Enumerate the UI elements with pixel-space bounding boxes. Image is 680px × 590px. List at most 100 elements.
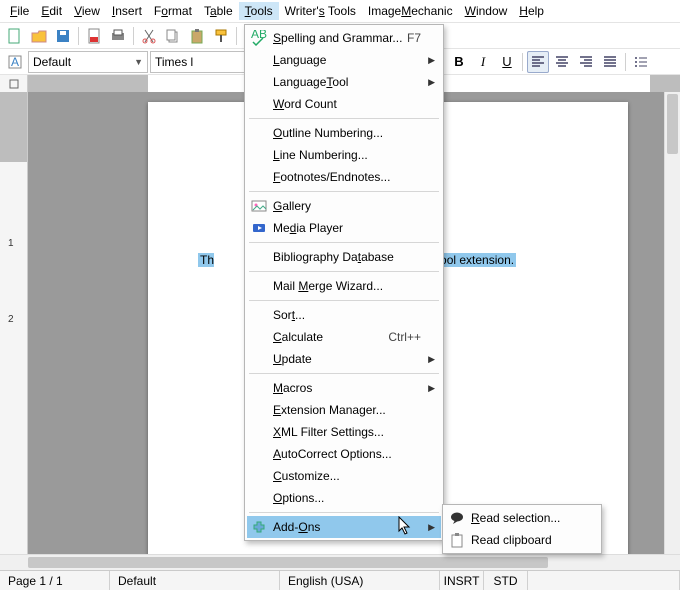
export-pdf-icon[interactable]	[83, 25, 105, 47]
menu-item-footnotes-endnotes[interactable]: Footnotes/Endnotes...	[247, 166, 441, 188]
menu-item-word-count[interactable]: Word Count	[247, 93, 441, 115]
menu-item-mail-merge-wizard[interactable]: Mail Merge Wizard...	[247, 275, 441, 297]
italic-icon[interactable]: I	[472, 51, 494, 73]
align-center-icon[interactable]	[551, 51, 573, 73]
menu-item-label: LanguageTool	[273, 75, 348, 89]
menu-item-label: Footnotes/Endnotes...	[273, 170, 390, 184]
menu-item-label: Gallery	[273, 199, 311, 213]
menu-item-read-selection[interactable]: Read selection...	[445, 507, 599, 529]
paragraph-style-value: Default	[33, 55, 130, 69]
separator	[133, 27, 134, 45]
menu-item-label: Language	[273, 53, 326, 67]
copy-icon[interactable]	[162, 25, 184, 47]
horizontal-scrollbar[interactable]	[0, 554, 680, 570]
menubar: FileEditViewInsertFormatTableToolsWriter…	[0, 0, 680, 22]
bubble-icon	[449, 510, 465, 526]
scroll-thumb[interactable]	[28, 557, 548, 568]
menu-item-media-player[interactable]: Media Player	[247, 217, 441, 239]
underline-icon[interactable]: U	[496, 51, 518, 73]
paste-icon[interactable]	[186, 25, 208, 47]
menu-item-label: XML Filter Settings...	[273, 425, 384, 439]
menu-item-outline-numbering[interactable]: Outline Numbering...	[247, 122, 441, 144]
menu-item-label: Read clipboard	[471, 533, 552, 547]
submenu-arrow-icon: ▶	[428, 383, 435, 394]
text-segment-left: Th	[198, 253, 214, 267]
menu-item-label: Add-Ons	[273, 520, 320, 534]
menu-separator	[249, 373, 439, 374]
menu-tools[interactable]: Tools	[239, 2, 279, 20]
submenu-arrow-icon: ▶	[428, 522, 435, 533]
submenu-arrow-icon: ▶	[428, 77, 435, 88]
align-left-icon[interactable]	[527, 51, 549, 73]
menu-item-line-numbering[interactable]: Line Numbering...	[247, 144, 441, 166]
new-doc-icon[interactable]	[4, 25, 26, 47]
menu-table[interactable]: Table	[198, 2, 239, 20]
menu-help[interactable]: Help	[513, 2, 550, 20]
menu-item-spelling-and-grammar[interactable]: ABC Spelling and Grammar... F7	[247, 27, 441, 49]
menu-item-extension-manager[interactable]: Extension Manager...	[247, 399, 441, 421]
scroll-thumb[interactable]	[667, 94, 678, 154]
menu-item-add-ons[interactable]: Add-Ons ▶	[247, 516, 441, 538]
menu-format[interactable]: Format	[148, 2, 198, 20]
ruler-tick: 1	[8, 238, 14, 249]
format-paint-icon[interactable]	[210, 25, 232, 47]
submenu-arrow-icon: ▶	[428, 354, 435, 365]
vertical-scrollbar[interactable]	[664, 92, 680, 554]
statusbar: Page 1 / 1 Default English (USA) INSRT S…	[0, 570, 680, 590]
styles-icon[interactable]: A	[4, 51, 26, 73]
menu-item-label: Media Player	[273, 221, 343, 235]
menu-item-calculate[interactable]: CalculateCtrl++	[247, 326, 441, 348]
vertical-ruler[interactable]: 1 2	[0, 92, 28, 554]
menu-file[interactable]: File	[4, 2, 35, 20]
menu-separator	[249, 512, 439, 513]
menu-view[interactable]: View	[68, 2, 106, 20]
menu-writer-s-tools[interactable]: Writer's Tools	[279, 2, 362, 20]
menu-item-sort[interactable]: Sort...	[247, 304, 441, 326]
menu-item-bibliography-database[interactable]: Bibliography Database	[247, 246, 441, 268]
menu-item-customize[interactable]: Customize...	[247, 465, 441, 487]
menu-item-language[interactable]: Language▶	[247, 49, 441, 71]
svg-text:A: A	[11, 55, 19, 69]
menu-item-xml-filter-settings[interactable]: XML Filter Settings...	[247, 421, 441, 443]
menu-item-label: Outline Numbering...	[273, 126, 383, 140]
print-icon[interactable]	[107, 25, 129, 47]
menu-edit[interactable]: Edit	[35, 2, 68, 20]
menu-item-macros[interactable]: Macros ▶	[247, 377, 441, 399]
menu-item-label: Options...	[273, 491, 324, 505]
separator	[78, 27, 79, 45]
cut-icon[interactable]	[138, 25, 160, 47]
menu-item-label: Mail Merge Wizard...	[273, 279, 383, 293]
menu-item-label: Update	[273, 352, 312, 366]
bold-icon[interactable]: B	[448, 51, 470, 73]
menu-item-label: Line Numbering...	[273, 148, 368, 162]
align-right-icon[interactable]	[575, 51, 597, 73]
list-bullet-icon[interactable]	[630, 51, 652, 73]
menu-imagemechanic[interactable]: ImageMechanic	[362, 2, 459, 20]
menu-separator	[249, 191, 439, 192]
menu-item-label: Extension Manager...	[273, 403, 386, 417]
menu-item-label: Calculate	[273, 330, 323, 344]
menu-insert[interactable]: Insert	[106, 2, 148, 20]
menu-window[interactable]: Window	[459, 2, 514, 20]
media-icon	[251, 220, 267, 236]
menu-item-label: Customize...	[273, 469, 340, 483]
menu-item-languagetool[interactable]: LanguageTool ▶	[247, 71, 441, 93]
menu-item-label: Spelling and Grammar...	[273, 31, 402, 45]
menu-item-read-clipboard[interactable]: Read clipboard	[445, 529, 599, 551]
menu-separator	[249, 300, 439, 301]
open-icon[interactable]	[28, 25, 50, 47]
save-icon[interactable]	[52, 25, 74, 47]
paragraph-style-combo[interactable]: Default▼	[28, 51, 148, 73]
addons-submenu: Read selection... Read clipboard	[442, 504, 602, 554]
menu-item-label: Bibliography Database	[273, 250, 394, 264]
align-justify-icon[interactable]	[599, 51, 621, 73]
menu-item-label: AutoCorrect Options...	[273, 447, 392, 461]
menu-item-gallery[interactable]: Gallery	[247, 195, 441, 217]
menu-item-options[interactable]: Options...	[247, 487, 441, 509]
menu-item-autocorrect-options[interactable]: AutoCorrect Options...	[247, 443, 441, 465]
menu-item-label: Macros	[273, 381, 312, 395]
menu-item-shortcut: F7	[407, 31, 421, 45]
abc-icon: ABC	[251, 30, 267, 46]
menu-item-update[interactable]: Update ▶	[247, 348, 441, 370]
ruler-corner	[0, 75, 28, 92]
